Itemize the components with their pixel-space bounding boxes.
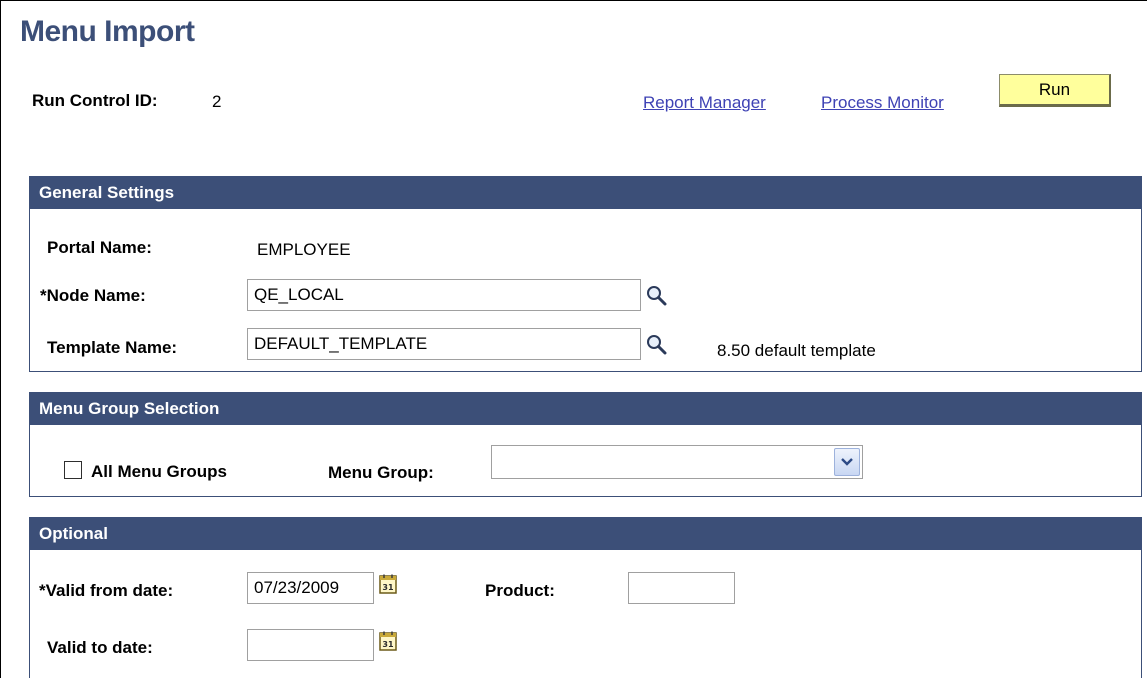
template-name-input[interactable] [247, 328, 641, 360]
product-label: Product: [485, 581, 555, 600]
menu-import-page: Menu Import Run Control ID: 2 Report Man… [0, 0, 1147, 678]
page-title: Menu Import [20, 15, 195, 48]
valid-to-calendar-icon[interactable]: 31 [379, 631, 397, 651]
optional-section: Optional [29, 517, 1142, 678]
optional-header: Optional [30, 518, 1141, 550]
general-settings-header: General Settings [30, 177, 1141, 209]
node-name-lookup-icon[interactable] [645, 284, 667, 306]
chevron-down-icon[interactable] [834, 448, 860, 476]
product-input[interactable] [628, 572, 735, 604]
template-description: 8.50 default template [717, 341, 876, 360]
node-name-label: *Node Name: [40, 286, 146, 305]
valid-from-calendar-icon[interactable]: 31 [379, 574, 397, 594]
all-menu-groups-label: All Menu Groups [91, 462, 227, 481]
run-button[interactable]: Run [999, 74, 1111, 107]
portal-name-label: Portal Name: [47, 238, 152, 257]
portal-name-value: EMPLOYEE [257, 240, 351, 259]
menu-group-select[interactable] [491, 445, 863, 479]
valid-to-date-input[interactable] [247, 629, 374, 661]
report-manager-link[interactable]: Report Manager [643, 93, 766, 113]
template-name-lookup-icon[interactable] [645, 333, 667, 355]
svg-text:31: 31 [382, 583, 394, 592]
valid-from-date-label: *Valid from date: [39, 581, 174, 600]
node-name-input[interactable] [247, 279, 641, 311]
valid-to-date-label: Valid to date: [47, 638, 153, 657]
run-control-id-label: Run Control ID: [32, 91, 158, 110]
process-monitor-link[interactable]: Process Monitor [821, 93, 944, 113]
valid-from-date-input[interactable] [247, 572, 374, 604]
template-name-label: Template Name: [47, 338, 178, 357]
all-menu-groups-checkbox[interactable] [64, 461, 82, 479]
menu-group-selection-header: Menu Group Selection [30, 393, 1141, 425]
run-control-id-value: 2 [212, 92, 222, 111]
svg-text:31: 31 [382, 640, 394, 649]
menu-group-label: Menu Group: [328, 463, 434, 482]
